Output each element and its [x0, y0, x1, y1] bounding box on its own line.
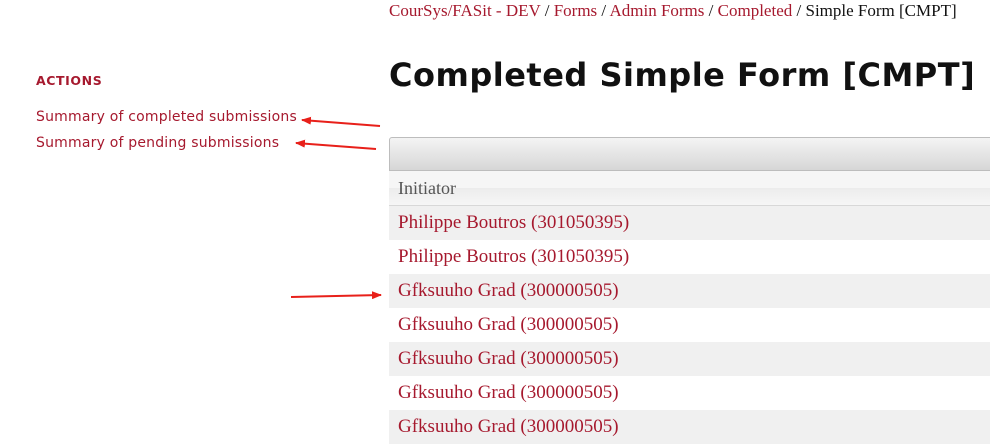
initiator-link[interactable]: Gfksuuho Grad (300000505): [398, 348, 619, 369]
actions-heading: ACTIONS: [36, 73, 103, 88]
breadcrumb-item-admin-forms[interactable]: Admin Forms: [609, 1, 704, 20]
initiator-link[interactable]: Gfksuuho Grad (300000505): [398, 280, 619, 301]
summary-completed-link[interactable]: Summary of completed submissions: [36, 109, 297, 125]
submissions-table-container: Initiator Philippe Boutros (301050395) P…: [389, 137, 990, 444]
table-toolbar: [389, 137, 990, 171]
table-cell: Philippe Boutros (301050395): [389, 240, 990, 274]
table-row: Philippe Boutros (301050395): [389, 240, 990, 274]
annotation-arrow: [290, 291, 382, 300]
breadcrumb-item-forms[interactable]: Forms: [554, 1, 597, 20]
initiator-link[interactable]: Philippe Boutros (301050395): [398, 212, 629, 233]
actions-list-item: Summary of completed submissions: [36, 106, 336, 125]
breadcrumb-item-completed[interactable]: Completed: [718, 1, 793, 20]
column-header-initiator[interactable]: Initiator: [389, 171, 990, 206]
table-cell: Gfksuuho Grad (300000505): [389, 376, 990, 410]
table-header-row: Initiator: [389, 171, 990, 206]
actions-list-item: Summary of pending submissions: [36, 132, 336, 151]
summary-pending-link[interactable]: Summary of pending submissions: [36, 135, 279, 151]
initiator-link[interactable]: Gfksuuho Grad (300000505): [398, 416, 619, 437]
table-cell: Gfksuuho Grad (300000505): [389, 308, 990, 342]
table-row: Gfksuuho Grad (300000505): [389, 342, 990, 376]
initiator-link[interactable]: Gfksuuho Grad (300000505): [398, 314, 619, 335]
table-cell: Gfksuuho Grad (300000505): [389, 342, 990, 376]
breadcrumb-current: Simple Form [CMPT]: [805, 1, 957, 20]
initiator-link[interactable]: Philippe Boutros (301050395): [398, 246, 629, 267]
actions-list: Summary of completed submissions Summary…: [36, 106, 336, 151]
table-row: Gfksuuho Grad (300000505): [389, 376, 990, 410]
breadcrumb-item-coursys[interactable]: CourSys/FASit - DEV: [389, 1, 540, 20]
breadcrumb: CourSys/FASit - DEV / Forms / Admin Form…: [389, 1, 957, 21]
table-row: Gfksuuho Grad (300000505): [389, 308, 990, 342]
table-row: Gfksuuho Grad (300000505): [389, 274, 990, 308]
page-title: Completed Simple Form [CMPT]: [389, 56, 976, 94]
actions-sidebar: ACTIONS Summary of completed submissions…: [36, 73, 336, 158]
table-row: Philippe Boutros (301050395): [389, 205, 990, 240]
breadcrumb-separator: /: [544, 1, 554, 20]
table-cell: Gfksuuho Grad (300000505): [389, 274, 990, 308]
breadcrumb-separator: /: [708, 1, 718, 20]
table-cell: Philippe Boutros (301050395): [389, 205, 990, 240]
initiator-link[interactable]: Gfksuuho Grad (300000505): [398, 382, 619, 403]
submissions-table: Initiator Philippe Boutros (301050395) P…: [389, 171, 990, 444]
